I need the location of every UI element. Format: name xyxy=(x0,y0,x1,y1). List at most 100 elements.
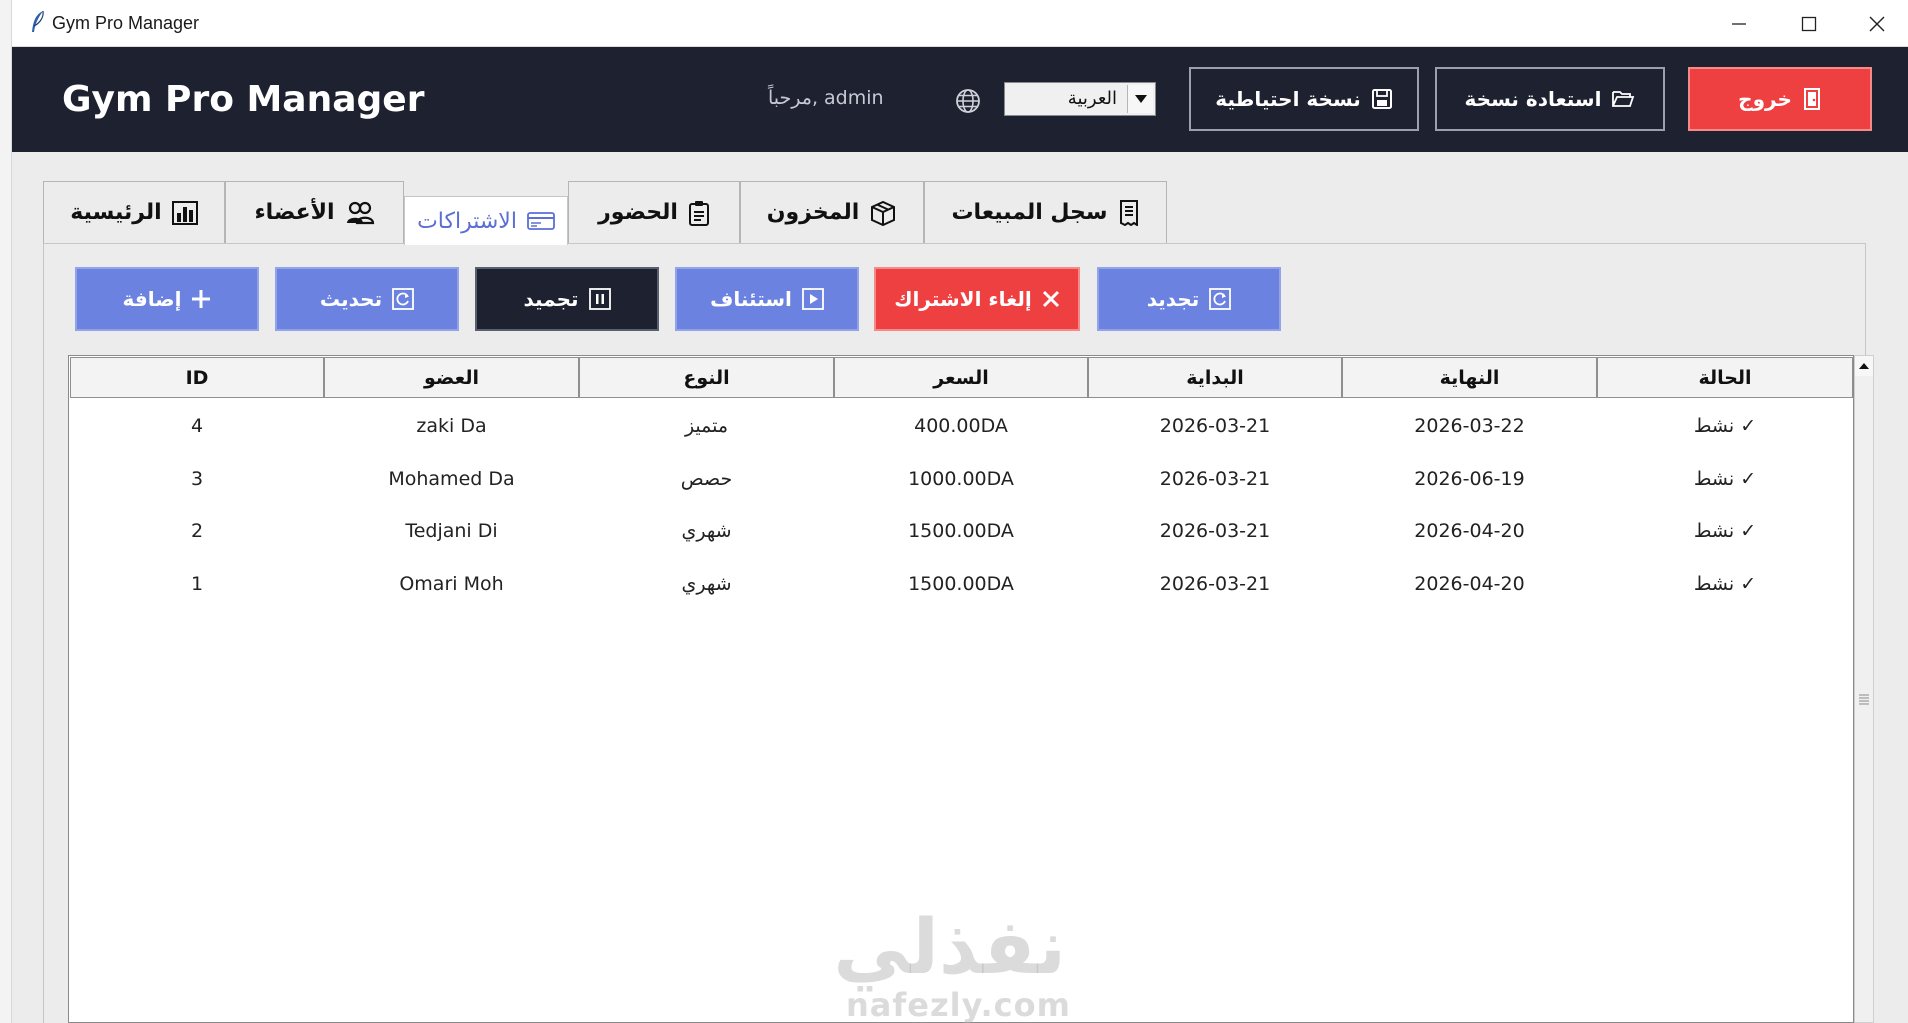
restore-button[interactable]: استعادة نسخة xyxy=(1435,67,1665,131)
tab-label: الأعضاء xyxy=(254,200,335,225)
renew-label: تجديد xyxy=(1146,287,1200,311)
column-header-start[interactable]: البداية xyxy=(1088,357,1342,398)
minimize-button[interactable] xyxy=(1704,0,1774,47)
cell-status: ✓ نشط xyxy=(1693,520,1757,543)
column-header-member[interactable]: العضو xyxy=(324,357,579,398)
pause-icon xyxy=(588,288,611,310)
refresh-icon xyxy=(392,288,414,310)
logout-label: خروج xyxy=(1738,87,1792,111)
cell-end: 2026-06-19 xyxy=(1414,467,1525,490)
cancel-subscription-label: إلغاء الاشتراك xyxy=(894,287,1032,311)
freeze-label: تجميد xyxy=(523,287,579,311)
cell-id: 4 xyxy=(190,415,204,438)
folder-open-icon xyxy=(1612,91,1635,107)
brand-title: Gym Pro Manager xyxy=(62,79,425,120)
cell-member: Mohamed Da xyxy=(388,467,515,490)
cell-price: 1000.00DA xyxy=(908,467,1014,490)
floppy-disk-icon xyxy=(1371,89,1392,109)
scroll-grip-icon[interactable] xyxy=(1858,692,1870,706)
tab-label: المخزون xyxy=(766,200,860,225)
table-header: ID العضو النوع السعر البداية النهاية الح… xyxy=(70,357,1853,398)
cancel-subscription-button[interactable]: إلغاء الاشتراك xyxy=(874,267,1080,331)
renew-button[interactable]: تجديد xyxy=(1097,267,1281,331)
credit-card-icon xyxy=(527,212,555,230)
refresh-button[interactable]: تحديث xyxy=(275,267,459,331)
cell-start: 2026-03-21 xyxy=(1159,467,1271,490)
window-edge xyxy=(0,0,12,1023)
backup-button[interactable]: نسخة احتياطية xyxy=(1189,67,1419,131)
tab-attendance[interactable]: الحضور xyxy=(568,181,740,243)
clipboard-icon xyxy=(688,200,709,226)
language-select[interactable]: العربية xyxy=(1004,82,1156,116)
cell-type: شهري xyxy=(681,520,732,543)
chevron-down-icon[interactable] xyxy=(1127,85,1153,113)
table-row[interactable]: 3 Mohamed Da حصص 1000.00DA 2026-03-21 20… xyxy=(70,453,1853,506)
watermark-latin: nafezly.com xyxy=(846,986,1071,1023)
cell-end: 2026-04-20 xyxy=(1414,572,1525,595)
maximize-icon xyxy=(1801,16,1817,31)
cell-id: 3 xyxy=(190,467,204,490)
cell-end: 2026-03-22 xyxy=(1414,415,1525,438)
table-body: 4 zaki Da متميز 400.00DA 2026-03-21 2026… xyxy=(70,400,1853,610)
refresh-label: تحديث xyxy=(319,287,383,311)
logout-button[interactable]: خروج xyxy=(1688,67,1872,131)
plus-icon xyxy=(192,290,211,308)
watermark-arabic: نفذلي xyxy=(833,902,1066,991)
cell-type: متميز xyxy=(684,415,729,438)
resume-label: استئناف xyxy=(710,287,792,311)
scroll-up-arrow-icon[interactable] xyxy=(1855,356,1873,376)
add-button[interactable]: إضافة xyxy=(75,267,259,331)
table-row[interactable]: 2 Tedjani Di شهري 1500.00DA 2026-03-21 2… xyxy=(70,505,1853,558)
cell-id: 2 xyxy=(190,520,204,543)
close-icon xyxy=(1869,16,1885,31)
cell-status: ✓ نشط xyxy=(1693,467,1757,490)
tab-home[interactable]: الرئيسية xyxy=(43,181,225,243)
cell-member: Omari Moh xyxy=(399,572,504,595)
cell-start: 2026-03-21 xyxy=(1159,415,1271,438)
cell-start: 2026-03-21 xyxy=(1159,520,1271,543)
resume-button[interactable]: استئناف xyxy=(675,267,859,331)
cell-price: 1500.00DA xyxy=(908,572,1014,595)
tab-label: الحضور xyxy=(598,200,678,225)
language-value: العربية xyxy=(1067,88,1117,109)
cell-price: 1500.00DA xyxy=(908,520,1014,543)
tab-sales-log[interactable]: سجل المبيعات xyxy=(924,181,1167,243)
cell-member: Tedjani Di xyxy=(405,520,498,543)
table-row[interactable]: 1 Omari Moh شهري 1500.00DA 2026-03-21 20… xyxy=(70,558,1853,611)
watermark: نفذلي nafezly.com xyxy=(833,902,1071,1023)
users-icon xyxy=(346,201,374,224)
cell-type: حصص xyxy=(680,467,733,490)
table-row[interactable]: 4 zaki Da متميز 400.00DA 2026-03-21 2026… xyxy=(70,400,1853,453)
cell-member: zaki Da xyxy=(416,415,487,438)
tab-label: الاشتراكات xyxy=(417,208,517,234)
bar-chart-icon xyxy=(171,200,198,225)
column-header-status[interactable]: الحالة xyxy=(1597,357,1853,398)
cell-id: 1 xyxy=(190,572,204,595)
close-button[interactable] xyxy=(1846,0,1908,47)
cell-end: 2026-04-20 xyxy=(1414,520,1525,543)
globe-icon xyxy=(956,89,980,113)
restore-label: استعادة نسخة xyxy=(1464,87,1602,111)
tab-label: سجل المبيعات xyxy=(951,200,1108,225)
column-header-price[interactable]: السعر xyxy=(834,357,1088,398)
table-scrollbar[interactable] xyxy=(1854,355,1874,1023)
package-icon xyxy=(871,200,896,226)
tab-members[interactable]: الأعضاء xyxy=(225,181,404,243)
column-header-end[interactable]: النهاية xyxy=(1342,357,1597,398)
window-title: Gym Pro Manager xyxy=(52,13,200,33)
tab-label: الرئيسية xyxy=(70,200,162,225)
play-icon xyxy=(801,288,824,310)
backup-label: نسخة احتياطية xyxy=(1215,87,1361,111)
column-header-type[interactable]: النوع xyxy=(579,357,834,398)
column-header-id[interactable]: ID xyxy=(70,357,324,398)
renew-icon xyxy=(1209,288,1232,310)
tab-inventory[interactable]: المخزون xyxy=(740,181,924,243)
cell-start: 2026-03-21 xyxy=(1159,572,1271,595)
cell-price: 400.00DA xyxy=(914,415,1008,438)
door-icon xyxy=(1803,88,1820,110)
app-window: Gym Pro Manager Gym Pro Manager مرحباً, … xyxy=(0,0,1908,1023)
tab-subscriptions[interactable]: الاشتراكات xyxy=(404,196,568,245)
freeze-button[interactable]: تجميد xyxy=(475,267,659,331)
cell-status: ✓ نشط xyxy=(1693,572,1757,595)
maximize-button[interactable] xyxy=(1774,0,1844,47)
